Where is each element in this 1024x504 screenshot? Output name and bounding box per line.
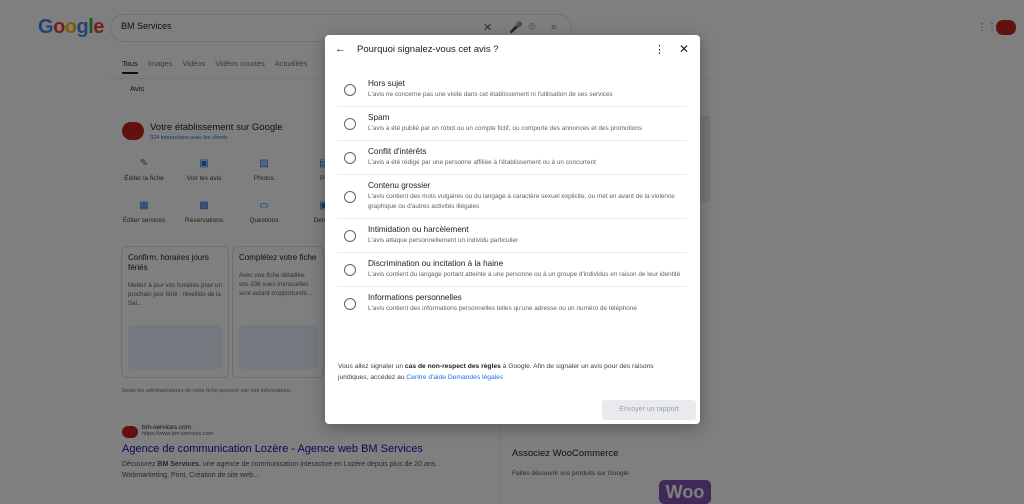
dialog-title: Pourquoi signalez-vous cet avis ? [357, 44, 499, 55]
radio-button[interactable] [344, 151, 356, 164]
option-description: L'avis contient des informations personn… [368, 305, 637, 312]
option-description: L'avis attaque personnellement un indivi… [368, 237, 519, 244]
option-label: Hors sujet [368, 79, 405, 88]
option-label: Contenu grossier [368, 181, 431, 190]
reason-option[interactable]: Intimidation ou harcèlement L'avis attaqu… [337, 219, 687, 253]
more-options-icon[interactable]: ⋮ [654, 43, 665, 56]
option-description: L'avis a été publié par un robot ou un c… [368, 125, 643, 132]
reason-options: Hors sujet L'avis ne concerne pas une vis… [337, 73, 687, 320]
send-report-button[interactable]: Envoyer un rapport [602, 400, 696, 420]
dialog-header: ← Pourquoi signalez-vous cet avis ? ⋮ ✕ [325, 35, 700, 65]
radio-button[interactable] [344, 229, 356, 242]
report-review-dialog: ← Pourquoi signalez-vous cet avis ? ⋮ ✕ … [325, 35, 700, 424]
option-description: L'avis ne concerne pas une visite dans c… [368, 91, 613, 98]
option-label: Intimidation ou harcèlement [368, 225, 469, 234]
reason-option[interactable]: Contenu grossier L'avis contient des mots… [337, 175, 687, 219]
close-icon[interactable]: ✕ [679, 42, 689, 56]
back-arrow-icon[interactable]: ← [335, 43, 346, 55]
reason-option[interactable]: Conflit d'intérêts L'avis a été rédigé pa… [337, 141, 687, 175]
radio-button[interactable] [344, 83, 356, 96]
reason-option[interactable]: Informations personnelles L'avis contient… [337, 287, 687, 320]
option-description: L'avis a été rédigé par une personne aff… [368, 159, 596, 166]
radio-button[interactable] [344, 263, 356, 276]
radio-button[interactable] [344, 190, 356, 203]
option-label: Conflit d'intérêts [368, 147, 427, 156]
reason-option[interactable]: Discrimination ou incitation à la haine L… [337, 253, 687, 287]
option-label: Informations personnelles [368, 293, 462, 302]
note-text: Vous allez signaler un [338, 363, 405, 370]
radio-button[interactable] [344, 297, 356, 310]
option-label: Discrimination ou incitation à la haine [368, 259, 504, 268]
radio-button[interactable] [344, 117, 356, 130]
policy-note: Vous allez signaler un cas de non-respec… [338, 361, 683, 383]
reason-option[interactable]: Hors sujet L'avis ne concerne pas une vis… [337, 73, 687, 107]
legal-help-link[interactable]: Centre d'aide Demandes légales [406, 374, 503, 381]
option-label: Spam [368, 113, 390, 122]
reason-option[interactable]: Spam L'avis a été publié par un robot ou … [337, 107, 687, 141]
note-bold: cas de non-respect des règles [404, 363, 501, 370]
option-description: L'avis contient des mots vulgaires ou du… [368, 193, 675, 210]
option-description: L'avis contient du langage portant attei… [368, 271, 681, 278]
